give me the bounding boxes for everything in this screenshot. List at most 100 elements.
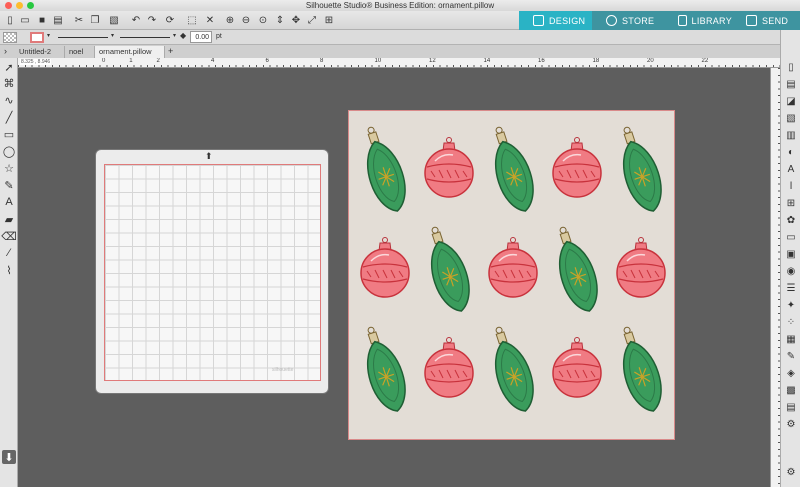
text-style-panel-icon[interactable]: A (784, 162, 798, 176)
ruler-label: 4 (211, 58, 215, 64)
text-tool-icon[interactable]: A (2, 195, 16, 209)
rhinestone-panel-icon[interactable]: ⁘ (784, 315, 798, 329)
pixscan-panel-icon[interactable]: ▩ (784, 383, 798, 397)
save-icon[interactable]: ■ (36, 14, 48, 26)
ruler-label: 6 (265, 58, 269, 64)
ruler-label: 20 (647, 58, 654, 64)
tab-library[interactable]: LIBRARY (664, 11, 732, 30)
add-tab-button[interactable]: + (168, 45, 173, 57)
point-edit-tool-icon[interactable]: ⌘ (2, 76, 16, 90)
zoom-in-icon[interactable]: ⊕ (224, 14, 236, 26)
eyedropper-tool-icon[interactable]: ⌇ (2, 263, 16, 277)
ruler-label: 12 (429, 58, 436, 64)
open-folder-icon[interactable]: ▭ (19, 14, 31, 26)
zoom-out-icon[interactable]: ⊖ (240, 14, 252, 26)
tabs-menu-icon[interactable]: › (4, 45, 7, 57)
tab-library-label: LIBRARY (691, 15, 732, 26)
replicate-panel-icon[interactable]: ▣ (784, 247, 798, 261)
tab-store[interactable]: STORE (592, 11, 664, 30)
deselect-icon[interactable]: ✕ (204, 14, 216, 26)
knife-tool-icon[interactable]: ⁄ (2, 246, 16, 260)
ruler-label: 18 (592, 58, 600, 64)
ruler-label: 16 (538, 58, 545, 64)
fill-tool-icon[interactable]: ▰ (2, 212, 16, 226)
transform-panel-icon[interactable]: ⊞ (784, 196, 798, 210)
line-style-select[interactable] (58, 27, 108, 38)
eraser-tool-icon[interactable]: ⌫ (1, 229, 17, 243)
refresh-icon[interactable]: ⟳ (164, 14, 176, 26)
line-weight-dropdown-icon[interactable]: ▾ (173, 32, 176, 39)
line-color-dropdown-icon[interactable]: ▾ (47, 32, 50, 39)
line-color-swatch[interactable] (30, 32, 44, 43)
zoom-selection-icon[interactable]: ⊙ (257, 14, 269, 26)
settings-panel-icon[interactable]: ⚙ (784, 417, 798, 431)
nesting-panel-icon[interactable]: ▦ (784, 332, 798, 346)
ruler-label: 14 (483, 58, 491, 64)
gradient-panel-icon[interactable]: ▥ (784, 128, 798, 142)
paste-icon[interactable]: ▧ (108, 14, 120, 26)
doc-tab-ornament-pillow[interactable]: ornament.pillow (95, 46, 165, 58)
green-ornament (622, 126, 662, 212)
pan-icon[interactable]: ✥ (290, 14, 302, 26)
ruler-label: 2 (156, 58, 160, 64)
copy-icon[interactable]: ❐ (89, 14, 101, 26)
window-title: Silhouette Studio® Business Edition: orn… (305, 1, 495, 10)
new-document-icon[interactable]: ▯ (4, 14, 16, 26)
left-tool-panel: ➚ ⌘ ∿ ╱ ▭ ◯ ☆ ✎ A ▰ ⌫ ⁄ ⌇ ⬇ (0, 58, 18, 487)
line-weight-select[interactable] (120, 27, 170, 38)
pencil-tool-icon[interactable]: ✎ (2, 178, 16, 192)
horizontal-ruler: 8.325 , 8.946 0 1 2 4 6 8 10 12 14 16 18 20 22 (18, 58, 780, 68)
design-page[interactable] (348, 110, 675, 440)
line-style-dropdown-icon[interactable]: ▾ (111, 32, 114, 39)
mat-feed-arrow-icon: ⬆ (205, 151, 213, 161)
offset-panel-icon[interactable]: ✿ (784, 213, 798, 227)
library-panel-icon[interactable]: ▤ (784, 400, 798, 414)
title-bar: Silhouette Studio® Business Edition: orn… (0, 0, 800, 11)
red-ornament (488, 237, 538, 298)
doc-tab-noel[interactable]: noel (65, 46, 95, 58)
red-ornament (552, 137, 602, 198)
green-ornament (366, 126, 406, 212)
tab-design[interactable]: DESIGN (519, 11, 592, 30)
import-icon[interactable]: ⬇ (2, 450, 16, 464)
zoom-drag-icon[interactable]: ⇕ (274, 14, 286, 26)
send-panel-icon[interactable]: ▤ (784, 77, 798, 91)
rectangle-tool-icon[interactable]: ▭ (2, 127, 16, 141)
transparency-panel-icon[interactable]: ◐ (784, 145, 798, 159)
print-cut-panel-icon[interactable]: ◈ (784, 366, 798, 380)
modify-panel-icon[interactable]: ◉ (784, 264, 798, 278)
fit-to-page-icon[interactable]: ⊞ (323, 14, 335, 26)
fill-swatch[interactable] (3, 32, 17, 43)
weld-panel-icon[interactable]: ✦ (784, 298, 798, 312)
redo-icon[interactable]: ↷ (146, 14, 158, 26)
page-setup-icon[interactable]: ▯ (784, 60, 798, 74)
line-tool-icon[interactable]: ╱ (2, 110, 16, 124)
select-all-icon[interactable]: ⬚ (186, 14, 198, 26)
coordinate-readout: 8.325 , 8.946 (20, 59, 52, 65)
ellipse-tool-icon[interactable]: ◯ (2, 144, 16, 158)
line-width-stepper-icon[interactable]: ◆ (180, 31, 186, 40)
red-ornament (360, 237, 410, 298)
line-style-panel-icon[interactable]: ▧ (784, 111, 798, 125)
trace-panel-icon[interactable]: ☰ (784, 281, 798, 295)
undo-icon[interactable]: ↶ (130, 14, 142, 26)
select-tool-icon[interactable]: ➚ (2, 60, 16, 74)
line-width-input[interactable]: 0.00 (190, 31, 212, 43)
sketch-panel-icon[interactable]: ✎ (784, 349, 798, 363)
cutting-mat: ⬆ silhouette (95, 149, 329, 394)
curve-tool-icon[interactable]: ∿ (2, 93, 16, 107)
cut-icon[interactable]: ✂ (73, 14, 85, 26)
fit-to-window-icon[interactable]: ⤢ (306, 14, 318, 26)
gear-icon[interactable]: ⚙ (784, 465, 798, 479)
tab-send[interactable]: SEND (732, 11, 800, 30)
polygon-tool-icon[interactable]: ☆ (2, 161, 16, 175)
green-ornament (494, 326, 534, 412)
doc-tab-untitled-2[interactable]: Untitled-2 (15, 46, 65, 58)
green-ornament (430, 226, 470, 312)
grid-icon (533, 15, 544, 26)
text-panel-icon[interactable]: ǀ (784, 179, 798, 193)
layers-panel-icon[interactable]: ▭ (784, 230, 798, 244)
print-icon[interactable]: ▤ (52, 14, 64, 26)
doc-tab-ornament-pillow-label: ornament.pillow (99, 47, 152, 56)
fill-panel-icon[interactable]: ◪ (784, 94, 798, 108)
